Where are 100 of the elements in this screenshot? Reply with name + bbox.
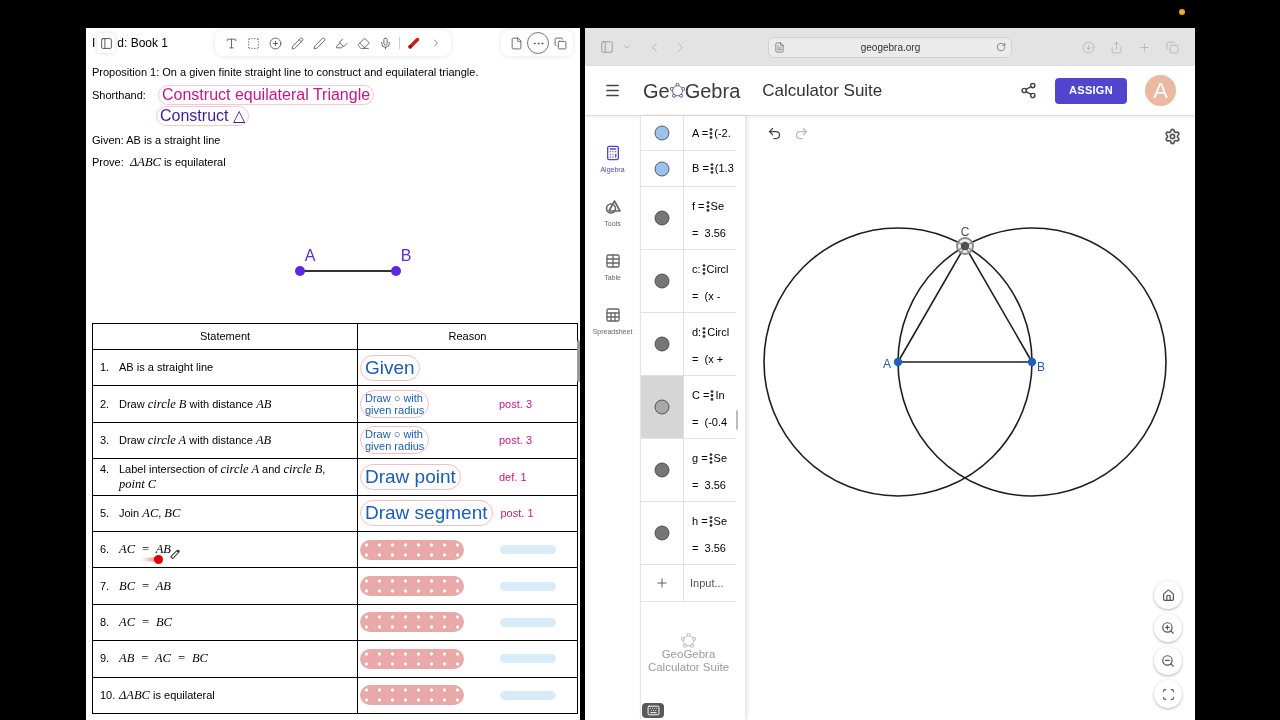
table-icon xyxy=(604,253,621,269)
microphone-icon xyxy=(378,36,392,50)
visibility-toggle-icon[interactable] xyxy=(654,462,670,478)
share-icon xyxy=(1019,82,1037,99)
keyboard-button[interactable] xyxy=(642,703,664,718)
object-definition: (1.3 xyxy=(714,161,734,177)
math-statement: BC = AB xyxy=(119,578,171,594)
cover-strip xyxy=(500,545,556,555)
object-definition: Circl xyxy=(706,261,729,277)
settings-button[interactable] xyxy=(1162,126,1182,146)
handwritten-note: def. 1 xyxy=(499,469,527,485)
row-number: 2. xyxy=(100,396,111,412)
row-number: 7. xyxy=(100,578,111,594)
vertical-dots-icon xyxy=(702,326,707,338)
fullscreen-button[interactable] xyxy=(1154,680,1182,708)
row-number: 4. xyxy=(100,461,111,477)
statement-text: Draw circle B with distance AB xyxy=(119,396,272,412)
cover-strip xyxy=(500,617,556,627)
vertical-dots-icon xyxy=(708,515,713,527)
redo-icon xyxy=(793,125,809,141)
notebook-title: d: Book 1 xyxy=(117,35,169,52)
statement-text: Label intersection of circle A and circle B, point C xyxy=(119,461,327,492)
row-number: 1. xyxy=(100,360,111,376)
visibility-toggle-icon[interactable] xyxy=(654,273,670,289)
download-icon xyxy=(1081,40,1095,54)
input-field[interactable]: Input... xyxy=(684,565,736,601)
object-value: = (-0.4 xyxy=(692,415,729,429)
page-icon xyxy=(774,41,785,53)
given-text: Given: AB is a straight line xyxy=(91,132,222,148)
vertical-dots-icon xyxy=(710,389,715,401)
column-header: Statement xyxy=(92,323,358,350)
statement-text: Draw circle A with distance AB xyxy=(119,432,272,448)
row-number: 6. xyxy=(100,542,111,558)
pen-cursor-icon xyxy=(169,548,180,560)
home-button[interactable] xyxy=(1154,581,1182,609)
point[interactable] xyxy=(893,357,903,367)
cover-strip xyxy=(500,581,556,591)
sidebar-icon xyxy=(600,40,614,54)
math-statement: AC = AB xyxy=(119,542,171,558)
prove-text: Prove: ΔABC is equilateral xyxy=(91,153,227,171)
point[interactable] xyxy=(1027,357,1037,367)
statement-text: Join AC, BC xyxy=(119,505,181,521)
object-definition: Se xyxy=(713,450,728,466)
sidebar-button[interactable] xyxy=(97,33,116,53)
point[interactable] xyxy=(960,241,970,251)
math-statement: AC = BC xyxy=(119,614,172,630)
object-definition: In xyxy=(715,387,725,403)
zoom-in-button[interactable] xyxy=(1154,614,1182,642)
point-label: A xyxy=(883,357,891,371)
object-definition: (-2. xyxy=(714,125,731,141)
vertical-dots-icon xyxy=(701,263,706,275)
column-header: Reason xyxy=(357,323,578,350)
pentagon-logo-icon xyxy=(681,633,696,648)
row-number: 3. xyxy=(100,432,111,448)
assign-button[interactable]: ASSIGN xyxy=(1055,77,1127,104)
cover-strip xyxy=(500,690,556,700)
tabs-icon xyxy=(1165,40,1179,54)
logo-text: Gebra xyxy=(684,80,741,101)
address-field[interactable]: geogebra.org xyxy=(768,36,1012,58)
zoom-out-button[interactable] xyxy=(1154,647,1182,675)
visibility-toggle-icon[interactable] xyxy=(654,525,670,541)
keyboard-icon xyxy=(646,704,660,717)
shorthand-label: Shorthand: xyxy=(92,87,147,103)
selection-icon xyxy=(246,36,260,50)
page-icon xyxy=(509,36,523,50)
visibility-toggle-icon[interactable] xyxy=(654,336,670,352)
object-definition: Se xyxy=(713,513,728,529)
row-number: 10. xyxy=(100,687,117,703)
vertical-dots-icon xyxy=(708,452,713,464)
logo-text: Ge xyxy=(643,80,670,101)
cover-strip xyxy=(500,654,556,664)
sidebar-icon xyxy=(99,36,113,50)
footer-text: GeoGebra xyxy=(661,648,716,661)
zoom-out-icon xyxy=(1161,654,1175,668)
object-name: g = xyxy=(692,450,708,466)
visibility-toggle-icon[interactable] xyxy=(654,399,670,415)
object-name: f = xyxy=(692,198,705,214)
statement-text: ΔABC is equilateral xyxy=(119,687,215,703)
visibility-toggle-icon[interactable] xyxy=(654,160,670,177)
math-statement: AB = AC = BC xyxy=(119,651,208,667)
settings-icon xyxy=(1163,127,1181,145)
visibility-toggle-icon[interactable] xyxy=(654,210,670,226)
object-value: = 3.56 xyxy=(692,226,727,240)
object-definition: Circl xyxy=(707,324,730,340)
object-name: C = xyxy=(692,387,710,403)
scrollbar-thumb xyxy=(577,340,580,382)
menu-icon xyxy=(603,82,621,99)
shapes-icon xyxy=(604,199,621,215)
visibility-toggle-icon[interactable] xyxy=(654,125,670,141)
point xyxy=(391,266,401,276)
scrollbar-thumb xyxy=(736,410,738,430)
marker-icon xyxy=(407,36,421,50)
eraser-icon xyxy=(356,36,370,50)
statement-text: AB is a straight line xyxy=(119,360,214,376)
highlighter-icon xyxy=(334,36,348,50)
object-name: A = xyxy=(692,125,709,141)
object-name: h = xyxy=(692,513,708,529)
object-definition: Se xyxy=(710,198,724,214)
handwritten-note: post. 1 xyxy=(500,506,534,521)
point-label: A xyxy=(304,247,316,264)
